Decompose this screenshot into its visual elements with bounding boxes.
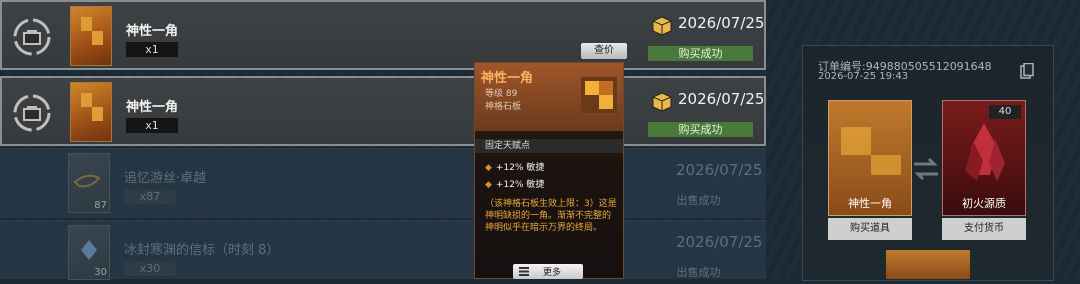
- stat-text: +12% 敏捷: [495, 180, 545, 190]
- diamond-icon: ◆: [485, 163, 492, 173]
- item-thumbnail[interactable]: 30: [68, 225, 110, 280]
- transaction-date: 2026/07/25: [678, 90, 765, 108]
- tooltip-level: 等级 89: [485, 89, 518, 99]
- diamond-icon: ◆: [485, 180, 492, 190]
- status-text: 出售成功: [676, 194, 721, 207]
- card-caption: 购买道具: [828, 218, 912, 240]
- item-tooltip: 神性一角 等级 89 神格石板 固定天赋点 ◆ +12% 敏捷 ◆ +12% 敏捷 …: [474, 62, 624, 279]
- box-icon: [652, 16, 672, 36]
- cycle-icon: [13, 18, 51, 56]
- tooltip-stat: ◆ +12% 敏捷: [485, 177, 544, 190]
- slate-icon: [81, 17, 103, 45]
- currency-card[interactable]: 40 初火源质: [942, 100, 1026, 216]
- currency-count: 40: [989, 105, 1021, 119]
- item-quantity: x1: [126, 42, 178, 57]
- transaction-row[interactable]: 神性一角 x1 查价 2026/07/25 购买成功: [0, 0, 766, 70]
- slate-icon: [81, 93, 103, 121]
- tooltip-type: 神格石板: [485, 102, 522, 112]
- item-thumbnail[interactable]: 87: [68, 153, 110, 213]
- item-name: 神性一角: [126, 24, 179, 39]
- tooltip-stat: ◆ +12% 敏捷: [485, 160, 544, 173]
- menu-icon: [519, 267, 529, 276]
- cycle-icon: [13, 94, 51, 132]
- stat-text: +12% 敏捷: [495, 163, 545, 173]
- item-quantity: x1: [126, 118, 178, 133]
- item-name: 追忆游丝·卓越: [124, 171, 207, 186]
- slate-icon: [841, 127, 901, 175]
- more-label: 更多: [543, 268, 562, 278]
- status-text: 出售成功: [676, 266, 721, 279]
- exchange-icon: [914, 157, 938, 181]
- transaction-date: 2026/07/25: [676, 161, 763, 179]
- card-name: 神性一角: [848, 197, 892, 210]
- transaction-row[interactable]: 神性一角 x1 2026/07/25 购买成功: [0, 76, 766, 146]
- purchased-item-card[interactable]: 神性一角: [828, 100, 912, 216]
- bottom-item-tab[interactable]: [886, 250, 970, 279]
- more-button[interactable]: 更多: [513, 264, 583, 279]
- transaction-row[interactable]: 30 冰封寒渊的信标（时刻 8） x30 2026/07/25 出售成功: [0, 220, 766, 280]
- item-name: 冰封寒渊的信标（时刻 8）: [124, 243, 280, 258]
- item-quantity: x87: [124, 189, 176, 204]
- tooltip-item-name: 神性一角: [481, 71, 534, 86]
- box-icon: [652, 92, 672, 112]
- item-count: 87: [94, 200, 107, 211]
- item-quantity: x30: [124, 261, 176, 276]
- transaction-row[interactable]: 87 追忆游丝·卓越 x87 2026/07/25 出售成功: [0, 148, 766, 218]
- tooltip-section-label: 固定天赋点: [485, 141, 531, 151]
- status-badge: 购买成功: [648, 46, 753, 61]
- status-badge: 购买成功: [648, 122, 753, 137]
- item-count: 30: [94, 267, 107, 278]
- card-caption: 支付货币: [942, 218, 1026, 240]
- copy-icon[interactable]: [1020, 63, 1034, 79]
- transaction-date: 2026/07/25: [678, 14, 765, 32]
- item-thumbnail[interactable]: [70, 6, 112, 66]
- order-time: 2026-07-25 19:43: [818, 71, 909, 82]
- card-name: 初火源质: [962, 197, 1006, 210]
- slate-icon: [581, 77, 617, 113]
- transaction-date: 2026/07/25: [676, 233, 763, 251]
- price-check-button[interactable]: 查价: [581, 43, 627, 59]
- item-name: 神性一角: [126, 100, 179, 115]
- tooltip-description: （该神格石板生效上限：3）这是神明缺损的一角。渐渐不完整的神明似乎在暗示万界的终…: [485, 199, 617, 233]
- item-thumbnail[interactable]: [70, 82, 112, 142]
